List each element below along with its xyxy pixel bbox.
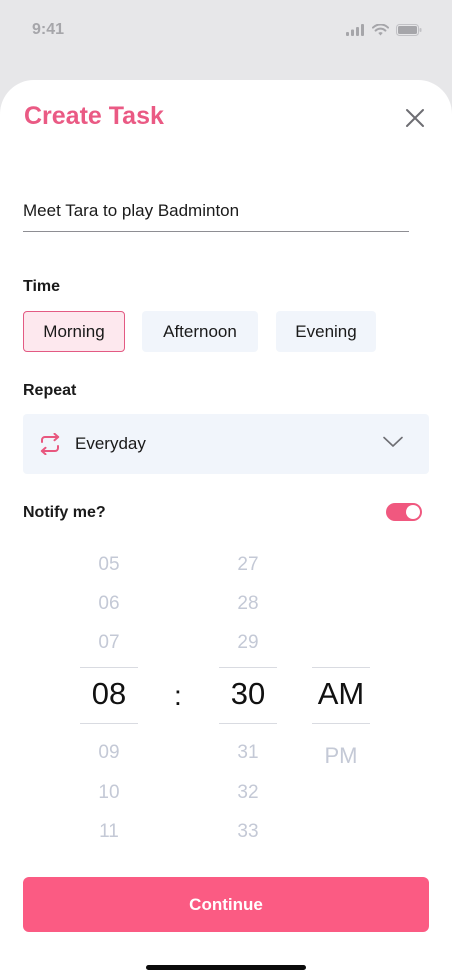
status-time: 9:41 (32, 21, 65, 38)
status-icons (346, 24, 422, 36)
minute-option[interactable]: 28 (219, 593, 277, 615)
time-option-afternoon[interactable]: Afternoon (142, 311, 258, 352)
hour-option[interactable]: 05 (80, 554, 138, 576)
picker-divider (80, 723, 138, 724)
minute-option[interactable]: 29 (219, 632, 277, 654)
picker-divider (219, 667, 277, 668)
time-separator: : (174, 680, 182, 711)
repeat-label: Repeat (23, 382, 77, 399)
hour-option[interactable]: 10 (80, 782, 138, 804)
status-bar: 9:41 (0, 0, 452, 60)
repeat-dropdown[interactable]: Everyday (23, 414, 429, 474)
page-title: Create Task (24, 102, 164, 130)
toggle-knob (406, 505, 420, 519)
hour-option[interactable]: 11 (80, 821, 138, 843)
picker-divider (312, 723, 370, 724)
wifi-icon (372, 24, 389, 36)
picker-divider (219, 723, 277, 724)
chevron-down-icon (383, 436, 403, 447)
period-option[interactable]: PM (312, 743, 370, 769)
close-button[interactable] (401, 104, 429, 132)
selected-minute[interactable]: 30 (219, 676, 277, 712)
close-icon (406, 109, 424, 127)
cellular-signal-icon (346, 24, 364, 36)
minute-option[interactable]: 33 (219, 821, 277, 843)
time-label: Time (23, 278, 61, 295)
hour-option[interactable]: 09 (80, 742, 138, 764)
minute-option[interactable]: 27 (219, 554, 277, 576)
hour-option[interactable]: 06 (80, 593, 138, 615)
minute-option[interactable]: 32 (219, 782, 277, 804)
continue-button[interactable]: Continue (23, 877, 429, 932)
home-indicator (146, 965, 306, 970)
create-task-sheet: Create Task Time Morning Afternoon Eveni… (0, 80, 452, 980)
picker-divider (80, 667, 138, 668)
repeat-icon (40, 433, 60, 455)
task-title-input[interactable] (23, 190, 409, 232)
notify-label: Notify me? (23, 504, 106, 521)
time-option-evening[interactable]: Evening (276, 311, 376, 352)
time-option-morning[interactable]: Morning (23, 311, 125, 352)
notify-toggle[interactable] (386, 503, 422, 521)
battery-icon (396, 24, 422, 36)
selected-period[interactable]: AM (312, 676, 370, 712)
picker-divider (312, 667, 370, 668)
selected-hour[interactable]: 08 (80, 676, 138, 712)
minute-option[interactable]: 31 (219, 742, 277, 764)
repeat-value: Everyday (75, 434, 146, 453)
hour-option[interactable]: 07 (80, 632, 138, 654)
